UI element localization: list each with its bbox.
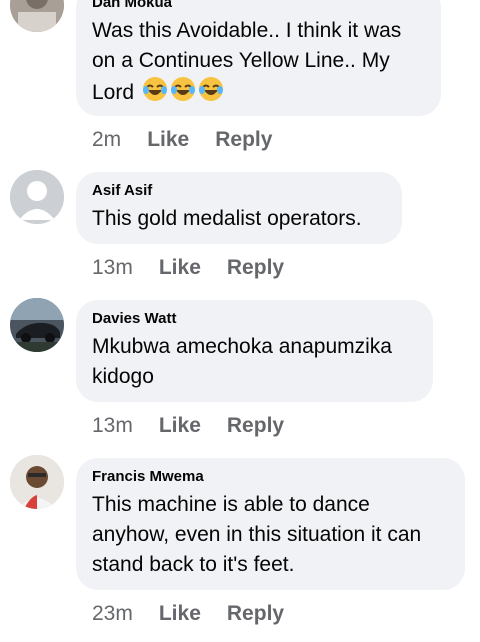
comment-actions: 13m Like Reply (92, 414, 284, 438)
reply-button[interactable]: Reply (227, 256, 284, 280)
comment-text: This machine is able to dance anyhow, ev… (92, 490, 449, 580)
comment-text: This gold medalist operators. (92, 207, 362, 230)
comment-author[interactable]: Asif Asif (92, 182, 386, 200)
laughing-tears-emoji (142, 76, 168, 111)
comment-bubble: Asif Asif This gold medalist operators. (76, 172, 402, 244)
comment-text-line: on a Continues Yellow Line.. My (92, 49, 390, 72)
default-profile-icon (10, 170, 64, 224)
comment-author[interactable]: Davies Watt (92, 310, 417, 328)
avatar[interactable] (10, 170, 64, 224)
comment-actions: 2m Like Reply (92, 128, 272, 152)
comment-actions: 13m Like Reply (92, 256, 284, 280)
like-button[interactable]: Like (147, 128, 189, 152)
comment-time: 23m (92, 602, 133, 625)
comment-text-line: Mkubwa amechoka anapumzika (92, 335, 392, 358)
laughing-tears-emoji (170, 76, 196, 111)
comment-text-line: anyhow, even in this situation it can (92, 523, 422, 546)
comment-text-line: This machine is able to dance (92, 493, 370, 516)
laughing-tears-emoji (198, 76, 224, 111)
like-button[interactable]: Like (159, 256, 201, 280)
like-button[interactable]: Like (159, 602, 201, 626)
comment-text-line-text: Lord (92, 81, 135, 105)
avatar[interactable] (10, 455, 64, 509)
comment-time: 13m (92, 414, 133, 437)
comment-bubble: Francis Mwema This machine is able to da… (76, 458, 465, 590)
comment-bubble: Dan Mokua Was this Avoidable.. I think i… (76, 0, 441, 116)
comment-bubble: Davies Watt Mkubwa amechoka anapumzika k… (76, 300, 433, 402)
avatar[interactable] (10, 298, 64, 352)
comment-time: 13m (92, 256, 133, 279)
like-button[interactable]: Like (159, 414, 201, 438)
comment-time: 2m (92, 128, 122, 151)
comment-text-line: kidogo (92, 365, 154, 388)
comment-text-line: Was this Avoidable.. I think it was (92, 19, 402, 42)
comment-text: Was this Avoidable.. I think it was on a… (92, 16, 425, 111)
reply-button[interactable]: Reply (227, 414, 284, 438)
reply-button[interactable]: Reply (215, 128, 272, 152)
comment-text-line: stand back to it's feet. (92, 553, 295, 576)
comment-text-line: Lord (92, 76, 425, 111)
reply-button[interactable]: Reply (227, 602, 284, 626)
avatar[interactable] (10, 0, 64, 32)
comment-author[interactable]: Dan Mokua (92, 0, 425, 12)
comment-actions: 23m Like Reply (92, 602, 284, 626)
comment-text: Mkubwa amechoka anapumzika kidogo (92, 332, 417, 392)
comment-author[interactable]: Francis Mwema (92, 468, 449, 486)
